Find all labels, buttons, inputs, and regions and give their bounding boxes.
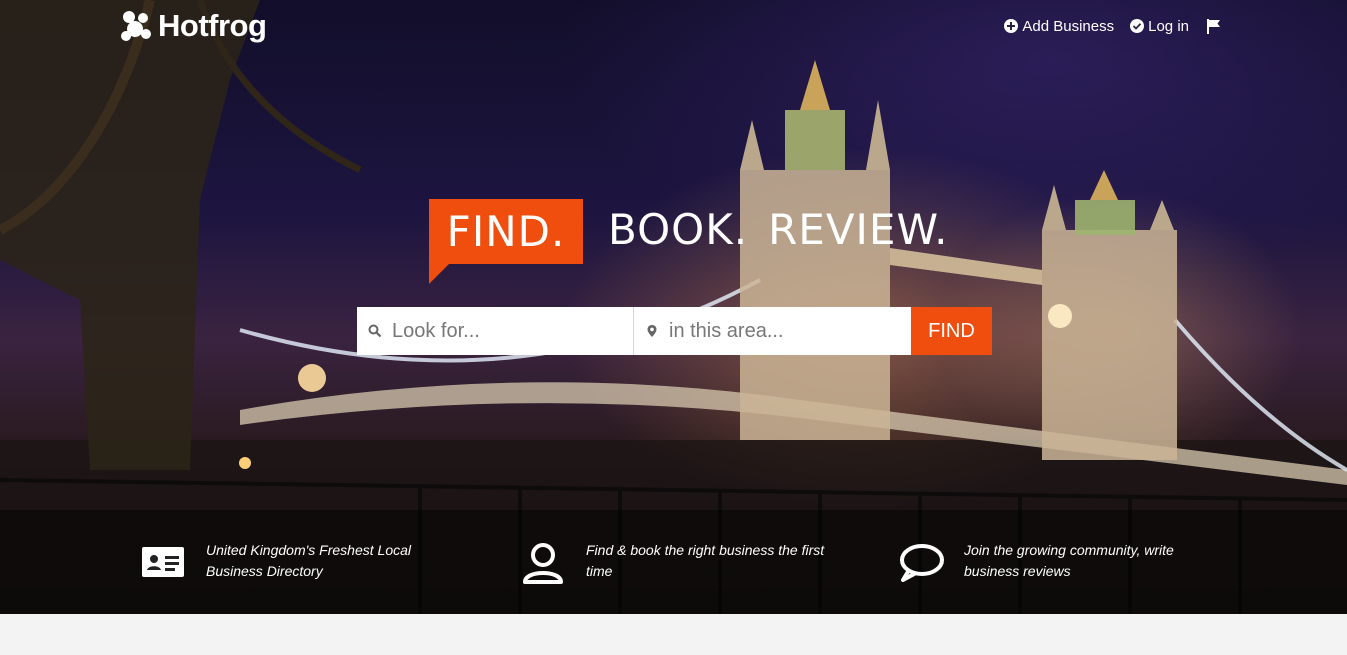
- feature-directory-text: United Kingdom's Freshest Local Business…: [206, 542, 411, 579]
- plus-circle-icon: [1004, 19, 1019, 33]
- check-circle-icon: [1130, 19, 1145, 33]
- location-input[interactable]: [634, 307, 911, 355]
- what-field: [357, 307, 634, 355]
- headline-find-tail: [429, 264, 449, 284]
- login-label: Log in: [1148, 17, 1189, 35]
- frog-logo-icon: [121, 11, 151, 41]
- hotfrog-logo[interactable]: Hotfrog: [120, 8, 267, 44]
- login-link[interactable]: Log in: [1130, 18, 1189, 35]
- user-icon: [523, 543, 563, 584]
- search-input[interactable]: [357, 307, 633, 355]
- feature-community: Join the growing community, write busine…: [898, 540, 1209, 586]
- page-content-area: [0, 614, 1347, 655]
- headline-find: FIND.: [429, 199, 583, 264]
- headline-review: REVIEW.: [768, 205, 949, 254]
- find-button[interactable]: FIND: [911, 307, 992, 355]
- feature-community-text: Join the growing community, write busine…: [964, 542, 1174, 579]
- location-pin-icon: [647, 325, 657, 337]
- brand-name: Hotfrog: [158, 8, 267, 43]
- flag-icon: [1207, 18, 1220, 34]
- top-navigation: Hotfrog Add Business Log in: [0, 0, 1347, 60]
- search-icon: [368, 324, 382, 338]
- headline-book: BOOK.: [608, 205, 749, 254]
- add-business-link[interactable]: Add Business: [1004, 18, 1114, 35]
- search-form: FIND: [357, 307, 992, 355]
- speech-bubble-icon: [900, 544, 944, 582]
- header-links: Add Business Log in: [1004, 17, 1223, 35]
- feature-directory: United Kingdom's Freshest Local Business…: [140, 540, 451, 586]
- hero-banner: Hotfrog Add Business Log in FIND. BOOK. …: [0, 0, 1347, 614]
- country-flag-button[interactable]: [1205, 17, 1223, 35]
- id-card-icon: [142, 547, 184, 577]
- add-business-label: Add Business: [1022, 17, 1115, 35]
- feature-find-book: Find & book the right business the first…: [520, 540, 831, 586]
- where-field: [634, 307, 911, 355]
- feature-find-book-text: Find & book the right business the first…: [586, 542, 825, 579]
- features-strip: United Kingdom's Freshest Local Business…: [0, 510, 1347, 614]
- headline-book-review: BOOK. REVIEW.: [608, 205, 969, 254]
